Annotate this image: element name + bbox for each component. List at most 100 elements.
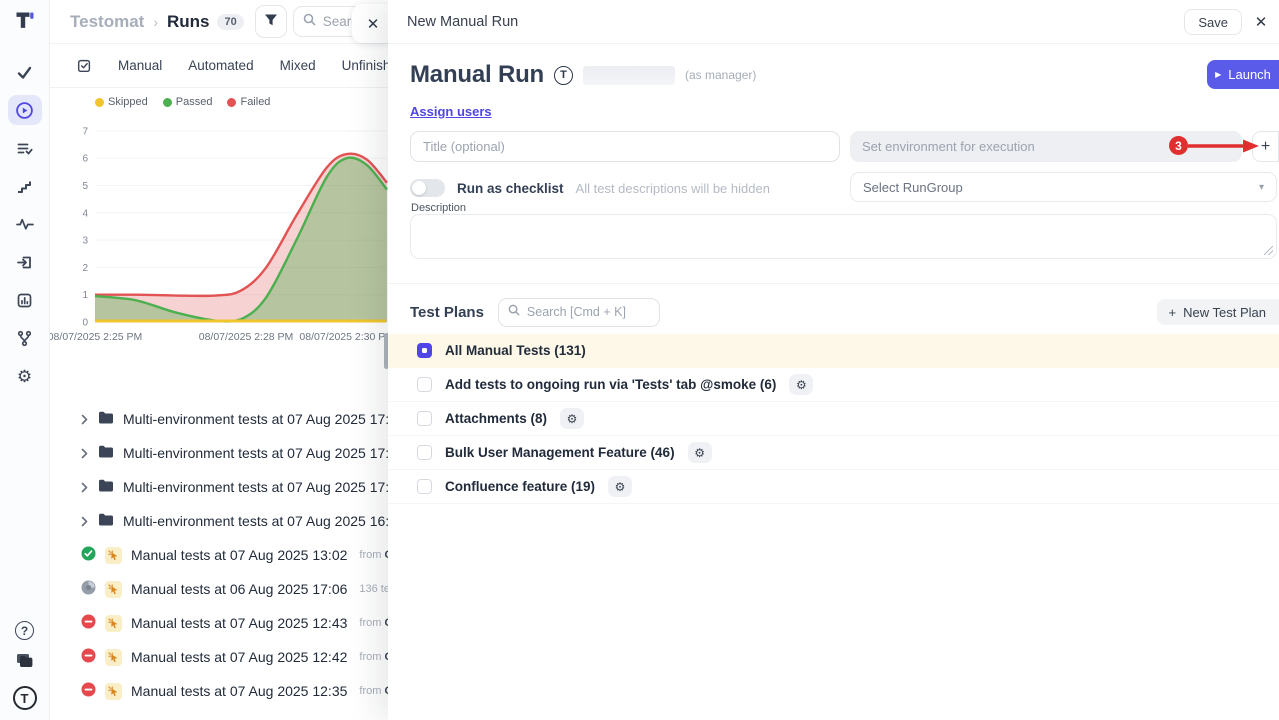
rungroup-select[interactable]: Select RunGroup ▾: [850, 172, 1277, 202]
test-plans-header: Test Plans + New Test Plan: [410, 295, 1279, 329]
test-plans-list: All Manual Tests (131)Add tests to ongoi…: [388, 334, 1279, 504]
close-panel-button[interactable]: ✕: [1250, 11, 1272, 33]
description-field: [410, 214, 1277, 259]
test-plans-list-icon[interactable]: [8, 133, 42, 163]
checklist-label: Run as checklist: [457, 181, 564, 196]
run-heading: Manual Run: [410, 61, 544, 89]
folder-icon: [98, 445, 114, 461]
checklist-toggle-row: Run as checklist All test descriptions w…: [410, 179, 770, 197]
run-title: Manual tests at 07 Aug 2025 12:42: [131, 649, 347, 665]
assign-users-link[interactable]: Assign users: [410, 104, 492, 119]
test-plan-settings-button[interactable]: ⚙: [688, 442, 712, 463]
legend-failed[interactable]: Failed: [227, 96, 270, 108]
close-icon: ✕: [367, 15, 380, 33]
projects-folders-icon[interactable]: [15, 652, 34, 674]
checkbox-unchecked[interactable]: [417, 377, 432, 392]
manual-run-icon: [105, 615, 122, 632]
save-button[interactable]: Save: [1184, 9, 1242, 35]
help-icon[interactable]: ?: [15, 621, 34, 640]
legend-skipped[interactable]: Skipped: [95, 96, 148, 108]
manager-name-redacted: [583, 66, 675, 85]
panel-header: New Manual Run Save ✕: [388, 0, 1279, 44]
run-title: Manual tests at 07 Aug 2025 13:02: [131, 547, 347, 563]
test-plan-settings-button[interactable]: ⚙: [560, 408, 584, 429]
analytics-report-icon[interactable]: [8, 285, 42, 315]
svg-text:1: 1: [82, 290, 88, 301]
runs-play-icon[interactable]: [8, 95, 42, 125]
chevron-right-icon[interactable]: [81, 414, 89, 425]
chevron-right-icon[interactable]: [81, 482, 89, 493]
breadcrumb-app[interactable]: Testomat: [70, 12, 144, 32]
chevron-down-icon: ▾: [1259, 182, 1264, 193]
settings-gear-icon[interactable]: ⚙: [8, 361, 42, 391]
runs-count-badge: 70: [217, 14, 243, 30]
test-plan-label: Bulk User Management Feature (46): [445, 445, 675, 460]
checklist-hint: All test descriptions will be hidden: [576, 181, 770, 196]
manual-run-icon: [105, 547, 122, 564]
run-heading-row: Manual Run T (as manager): [410, 61, 1279, 89]
svg-text:6: 6: [82, 154, 88, 165]
toggle-knob: [412, 181, 426, 195]
resize-handle-icon[interactable]: [1264, 246, 1273, 255]
annotation-step-badge: 3: [1169, 136, 1188, 155]
checkbox-unchecked[interactable]: [417, 411, 432, 426]
test-plans-search-input[interactable]: [527, 305, 645, 319]
test-plan-row[interactable]: All Manual Tests (131): [388, 334, 1279, 368]
description-textarea[interactable]: [411, 215, 1276, 258]
manual-run-icon: [105, 683, 122, 700]
run-title: Manual tests at 07 Aug 2025 12:43: [131, 615, 347, 631]
milestones-steps-icon[interactable]: [8, 171, 42, 201]
folder-icon: [98, 411, 114, 427]
test-plan-settings-button[interactable]: ⚙: [789, 374, 813, 395]
test-plan-row[interactable]: Bulk User Management Feature (46) ⚙: [388, 436, 1279, 470]
pulse-activity-icon[interactable]: [8, 209, 42, 239]
gear-icon: ⚙: [796, 378, 807, 392]
new-test-plan-button[interactable]: + New Test Plan: [1157, 299, 1279, 325]
tab-manual[interactable]: Manual: [118, 58, 162, 73]
launch-button[interactable]: ▶ Launch: [1207, 60, 1279, 89]
run-title: Multi-environment tests at 07 Aug 2025 1…: [123, 513, 405, 529]
chevron-right-icon[interactable]: [81, 448, 89, 459]
test-plan-row[interactable]: Attachments (8)⚙: [388, 402, 1279, 436]
app-logo-icon[interactable]: [14, 9, 36, 36]
tab-mixed[interactable]: Mixed: [280, 58, 316, 73]
import-icon[interactable]: [8, 247, 42, 277]
multi-select-icon[interactable]: [77, 58, 92, 73]
run-title: Manual tests at 06 Aug 2025 17:06: [131, 581, 347, 597]
svg-text:5: 5: [82, 181, 88, 192]
svg-text:08/07/2025 2:25 PM: 08/07/2025 2:25 PM: [50, 331, 142, 343]
skipped-dot-icon: [95, 98, 104, 107]
test-plan-row[interactable]: Add tests to ongoing run via 'Tests' tab…: [388, 368, 1279, 402]
run-as-checklist-toggle[interactable]: [410, 179, 445, 197]
test-plan-row[interactable]: Confluence feature (19)⚙: [388, 470, 1279, 504]
run-title: Multi-environment tests at 07 Aug 2025 1…: [123, 479, 405, 495]
svg-text:0: 0: [82, 318, 88, 329]
status-failed-icon: [81, 648, 96, 666]
tab-automated[interactable]: Automated: [188, 58, 253, 73]
play-icon: ▶: [1215, 71, 1221, 79]
account-logo-icon[interactable]: T: [13, 686, 37, 710]
search-icon: [508, 303, 520, 321]
run-title: Manual tests at 07 Aug 2025 12:35: [131, 683, 347, 699]
run-title-input[interactable]: [410, 131, 840, 162]
annotation-arrow-icon: [1188, 138, 1260, 159]
failed-dot-icon: [227, 98, 236, 107]
passed-dot-icon: [163, 98, 172, 107]
area-chart: 0123456708/07/2025 2:25 PM08/07/2025 2:2…: [50, 110, 390, 352]
branches-icon[interactable]: [8, 323, 42, 353]
filter-button[interactable]: [255, 5, 287, 38]
manual-run-icon: [105, 581, 122, 598]
checkbox-unchecked[interactable]: [417, 445, 432, 460]
close-icon: ✕: [1255, 13, 1268, 31]
gear-icon: ⚙: [615, 480, 626, 494]
test-plans-search[interactable]: [498, 298, 660, 327]
test-plan-settings-button[interactable]: ⚙: [608, 476, 632, 497]
legend-passed[interactable]: Passed: [163, 96, 213, 108]
panel-title: New Manual Run: [407, 14, 518, 30]
chevron-right-icon[interactable]: [81, 516, 89, 527]
checkbox-unchecked[interactable]: [417, 479, 432, 494]
checkbox-checked[interactable]: [417, 343, 432, 358]
tests-check-icon[interactable]: [8, 57, 42, 87]
status-failed-icon: [81, 614, 96, 632]
breadcrumb-separator: ›: [153, 14, 158, 30]
